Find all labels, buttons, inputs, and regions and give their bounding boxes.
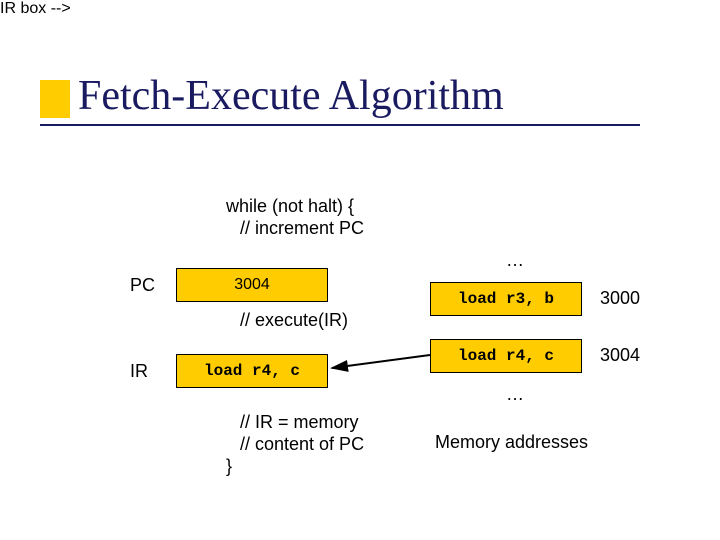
arrow-mem-to-ir: [0, 0, 720, 540]
